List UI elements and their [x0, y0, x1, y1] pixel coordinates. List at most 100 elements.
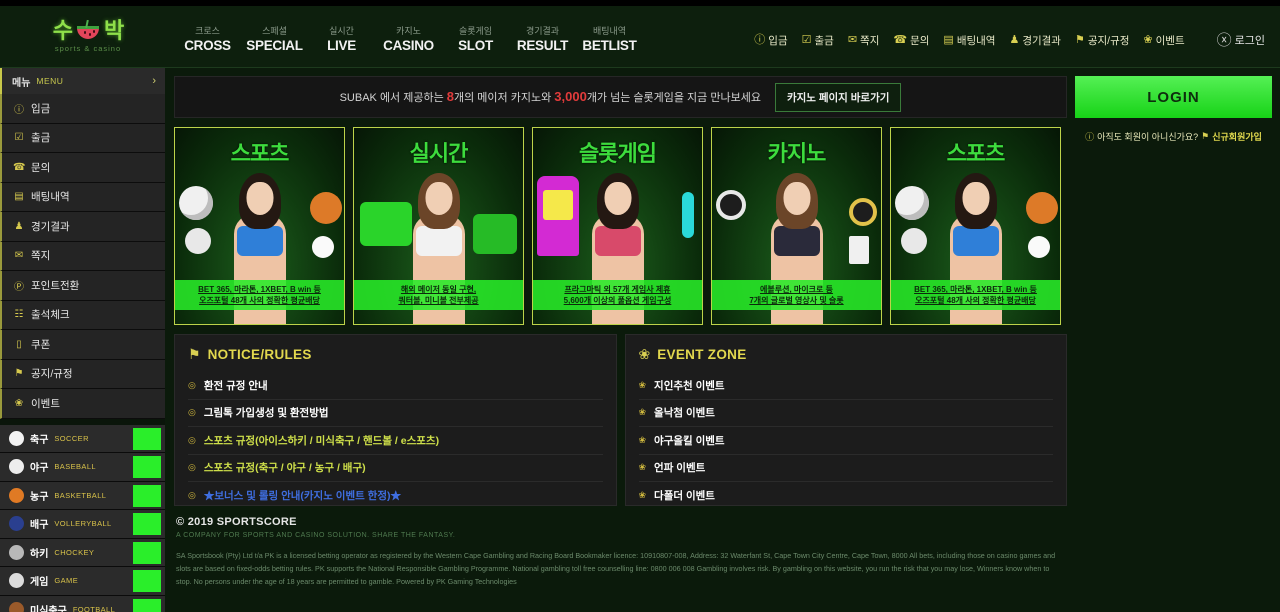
sport-label-en: CHOCKEY [54, 547, 95, 557]
sidebar-menu-header[interactable]: 메뉴 MENU › [0, 68, 165, 94]
event-icon: ❀ [1143, 33, 1153, 46]
info-icon: ⓘ [1085, 132, 1095, 142]
nav-item-kr: 실시간 [329, 25, 354, 36]
sidebar-item-coupon[interactable]: ▯ 쿠폰 [0, 330, 165, 360]
sidebar-item-betlist[interactable]: ▤ 배팅내역 [0, 182, 165, 212]
list-item[interactable]: ❀ 다폴더 이벤트 [639, 482, 1054, 510]
list-item[interactable]: ◎ 스포츠 규정(아이스하키 / 미식축구 / 핸드볼 / e스포츠) [188, 427, 603, 455]
sidebar-item-notice[interactable]: ⚑ 공지/규정 [0, 359, 165, 389]
card-sports-1[interactable]: 스포츠 BET 365, 마라톤, 1XBET, B win 등 오즈포털 48개 … [174, 127, 345, 325]
soccer-ball-icon [9, 430, 24, 446]
sport-label-kr: 미식축구 [30, 605, 67, 612]
list-item[interactable]: ◎ 환전 규정 안내 [188, 372, 603, 400]
list-item[interactable]: ❀ 올낙첨 이벤트 [638, 400, 1053, 427]
user-icon: ⓧ [1216, 31, 1232, 49]
quicknav-inquiry[interactable]: ☎ 문의 [886, 33, 936, 48]
header-login-label: 로그인 [1234, 35, 1265, 47]
event-list: ❀ 지인추천 이벤트 ❀ 올낙첨 이벤트 ❀ 야구올킬 이벤트 ❀ 언파 이벤트 ❀ 다폴더 이벤… [626, 372, 1067, 510]
nav-item-cross[interactable]: 크로스 CROSS [174, 21, 241, 53]
poker-chip-prop [716, 190, 746, 220]
nav-item-betlist[interactable]: 배팅내역 BETLIST [576, 21, 643, 53]
notice-rules-panel: ⚑ NOTICE/RULES ◎ 환전 규정 안내 ◎ 그림톡 가입생성 및 환전방법… [174, 334, 617, 506]
card-caption: BET 365, 마라톤, 1XBET, B win 등 오즈포털 48개 사의 … [891, 280, 1060, 310]
footer-legal-text: SA Sportsbook (Pty) Ltd t/a PK is a lice… [176, 551, 1056, 586]
watermelon-icon [75, 19, 101, 40]
card-slot[interactable]: 슬롯게임 프라그마틱 외 57개 게임사 제휴 5,600개 이상의 풀옵션 게임구… [532, 127, 703, 325]
quicknav-betlist[interactable]: ▤ 배팅내역 [936, 33, 1002, 48]
betlist-icon: ▤ [14, 191, 24, 203]
nav-item-live[interactable]: 실시간 LIVE [308, 21, 375, 53]
sport-label-en: BASKETBALL [54, 490, 107, 500]
promo-suffix: 개가 넘는 슬롯게임을 지금 만나보세요 [586, 92, 761, 104]
list-item[interactable]: ◎ 그림톡 가입생성 및 환전방법 [188, 400, 603, 427]
header-login-link[interactable]: ⓧ 로그인 [1210, 32, 1272, 48]
figure-top [773, 226, 820, 256]
card-caption-line2: 쿼터볼, 미니볼 전부제공 [398, 296, 479, 305]
sidebar-item-attendance[interactable]: ☷ 출석체크 [0, 300, 165, 330]
sport-item-game[interactable]: 게임 GAME [0, 567, 165, 596]
list-item[interactable]: ◎ ★보너스 및 롤링 안내(카지노 이벤트 한정)★ [188, 482, 603, 510]
chevron-right-icon[interactable]: › [152, 75, 156, 87]
quicknav-deposit[interactable]: ⓘ 입금 [747, 33, 794, 48]
quicknav-event[interactable]: ❀ 이벤트 [1136, 33, 1191, 48]
coupon-icon: ▯ [16, 338, 22, 350]
quicknav-message[interactable]: ✉ 쪽지 [841, 33, 887, 48]
live-table-prop-2 [473, 214, 517, 254]
card-caption: 에볼루션, 마이크로 등 7개의 글로벌 영상사 및 슬롯 [712, 280, 881, 310]
sport-item-football[interactable]: 미식축구 FOOTBALL [0, 595, 165, 612]
list-item-label: 스포츠 규정(축구 / 야구 / 농구 / 배구) [203, 462, 366, 475]
site-logo[interactable]: 수 박 sports & casino [0, 18, 170, 54]
baseball-prop [312, 236, 334, 258]
sidebar-item-deposit[interactable]: ⓘ 입금 [0, 94, 165, 124]
card-caption-line2: 7개의 글로벌 영상사 및 슬롯 [749, 296, 844, 305]
nav-item-kr: 스페셜 [262, 25, 287, 36]
login-button[interactable]: LOGIN [1075, 76, 1272, 118]
sport-item-soccer[interactable]: 축구 SOCCER [0, 424, 165, 453]
casino-page-button[interactable]: 카지노 페이지 바로가기 [774, 82, 902, 112]
sidebar-item-inquiry[interactable]: ☎ 문의 [0, 153, 165, 183]
nav-item-result[interactable]: 경기결과 RESULT [509, 21, 576, 53]
sidebar-item-message[interactable]: ✉ 쪽지 [0, 241, 165, 271]
quicknav-result[interactable]: ♟ 경기결과 [1002, 33, 1068, 48]
figure-top [952, 226, 999, 256]
card-casino[interactable]: 카지노 에볼루션, 마이크로 등 7개의 글로벌 영상사 및 슬롯 [711, 127, 882, 325]
nav-item-special[interactable]: 스페셜 SPECIAL [241, 21, 308, 53]
sidebar-item-withdraw[interactable]: ☑ 출금 [0, 123, 165, 153]
list-item[interactable]: ❀ 언파 이벤트 [638, 455, 1053, 482]
slot-lever-prop [682, 192, 694, 238]
event-panel-title: EVENT ZONE [657, 347, 747, 362]
sport-item-baseball[interactable]: 야구 BASEBALL [0, 453, 165, 482]
card-live[interactable]: 실시간 해외 메이저 동일 구현, 쿼터볼, 미니볼 전부제공 [353, 127, 524, 325]
sidebar-item-label: 입금 [31, 102, 51, 115]
info-panels: ⚑ NOTICE/RULES ◎ 환전 규정 안내 ◎ 그림톡 가입생성 및 환전방법… [174, 334, 1067, 506]
card-sports-2[interactable]: 스포츠 BET 365, 마라톤, 1XBET, B win 등 오즈포털 48개 … [890, 127, 1061, 325]
football-ball-icon [9, 601, 24, 612]
footer: © 2019 SPORTSCORE A COMPANY FOR SPORTS A… [174, 516, 1067, 588]
quicknav-withdraw[interactable]: ☑ 출금 [795, 33, 841, 48]
list-item[interactable]: ❀ 야구올킬 이벤트 [638, 427, 1053, 455]
notice-panel-header: ⚑ NOTICE/RULES [175, 335, 616, 372]
nav-item-slot[interactable]: 슬롯게임 SLOT [442, 21, 509, 53]
signup-link[interactable]: 신규회원가입 [1212, 130, 1262, 143]
sport-label-en: FOOTBALL [72, 604, 116, 612]
event-panel-header: ❀ EVENT ZONE [626, 335, 1067, 372]
list-item[interactable]: ❀ 지인추천 이벤트 [638, 372, 1053, 400]
quicknav-notice[interactable]: ⚑ 공지/규정 [1068, 33, 1136, 48]
sidebar-item-point-exchange[interactable]: Ⓟ 포인트전환 [0, 271, 165, 301]
sport-item-basketball[interactable]: 농구 BASKETBALL [0, 481, 165, 510]
game-ball-icon [9, 573, 24, 589]
card-caption-line2: 오즈포털 48개 사의 정확한 평균배당 [199, 296, 320, 305]
bullet-icon: ❀ [638, 434, 647, 445]
quicknav-label: 문의 [910, 34, 930, 47]
sport-item-volleyball[interactable]: 배구 VOLLERYBALL [0, 510, 165, 539]
sidebar-item-event[interactable]: ❀ 이벤트 [0, 389, 165, 419]
sidebar-item-result[interactable]: ♟ 경기결과 [0, 212, 165, 242]
list-item[interactable]: ◎ 스포츠 규정(축구 / 야구 / 농구 / 배구) [188, 455, 603, 482]
card-title: 스포츠 [230, 141, 290, 166]
inquiry-icon: ☎ [893, 33, 908, 46]
promo-prefix: SUBAK 에서 제공하는 [339, 92, 447, 104]
nav-item-en: CASINO [383, 37, 434, 53]
logo-text-left: 수 [52, 18, 73, 43]
sport-item-hockey[interactable]: 하키 CHOCKEY [0, 538, 165, 567]
nav-item-casino[interactable]: 카지노 CASINO [375, 21, 442, 53]
